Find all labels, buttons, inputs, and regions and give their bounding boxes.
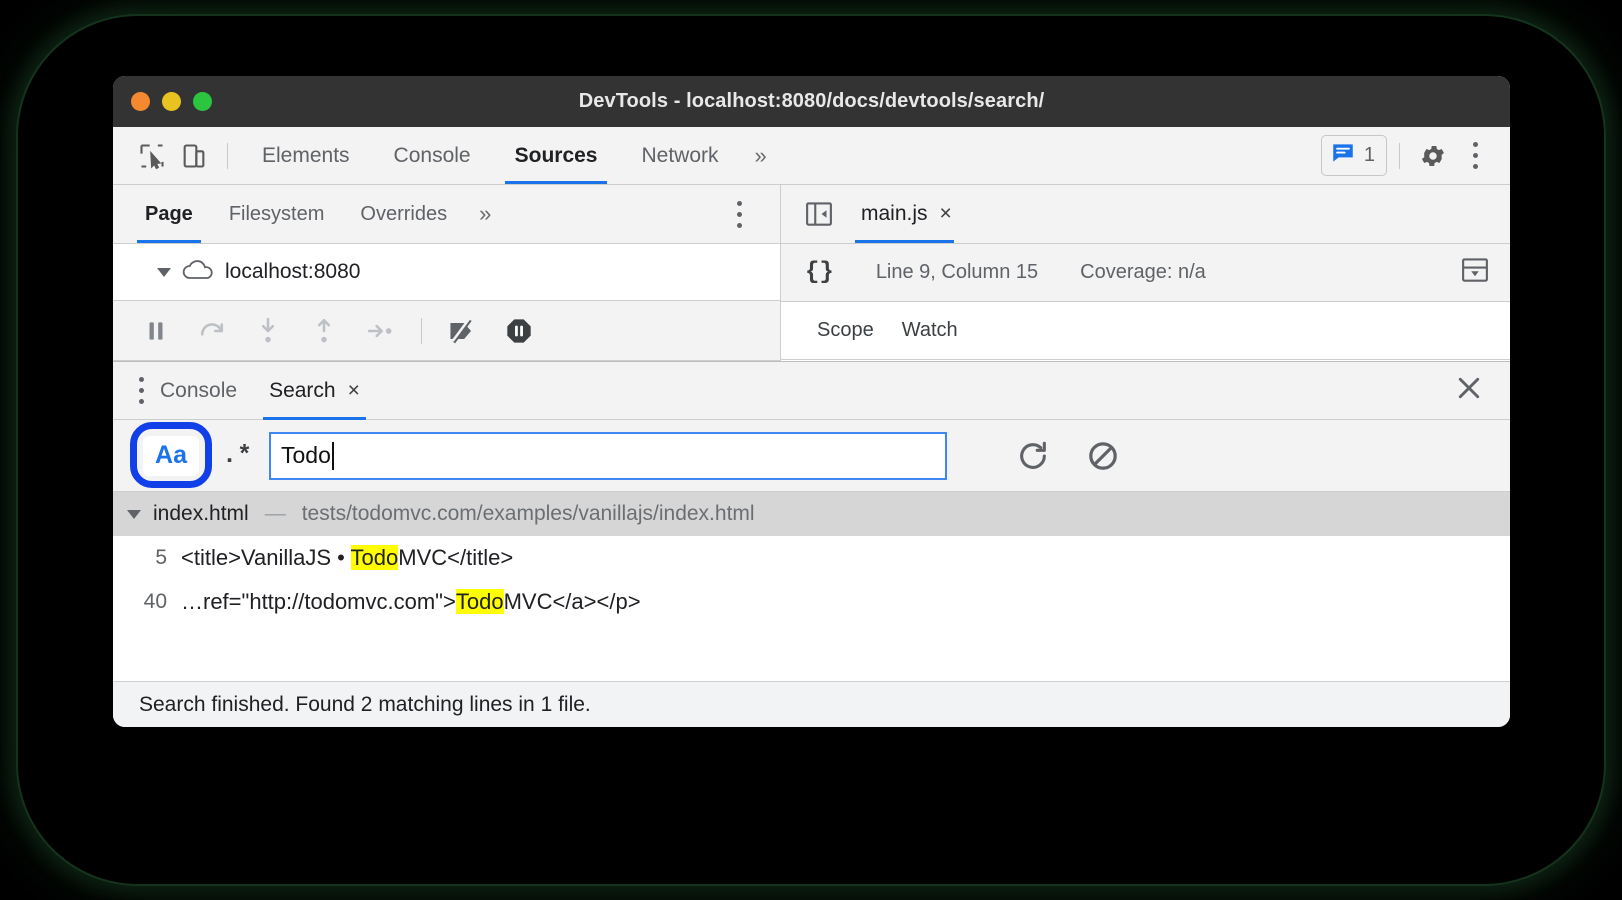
show-navigator-icon[interactable] bbox=[797, 192, 841, 236]
debugger-toolbar bbox=[113, 301, 780, 361]
nav-tab-page[interactable]: Page bbox=[127, 185, 211, 243]
search-status-bar: Search finished. Found 2 matching lines … bbox=[113, 681, 1510, 727]
match-prefix: <title>VanillaJS • bbox=[181, 545, 351, 570]
close-window-button[interactable] bbox=[131, 92, 150, 111]
search-result-text: <title>VanillaJS • TodoMVC</title> bbox=[181, 545, 513, 571]
minimize-window-button[interactable] bbox=[162, 92, 181, 111]
editor-tabbar: main.js × bbox=[781, 185, 1510, 244]
drawer-kebab-menu-icon[interactable] bbox=[113, 370, 144, 412]
issues-count: 1 bbox=[1363, 144, 1375, 166]
clear-icon[interactable] bbox=[1081, 434, 1125, 478]
window-title: DevTools - localhost:8080/docs/devtools/… bbox=[578, 90, 1045, 112]
tab-sources[interactable]: Sources bbox=[493, 127, 620, 184]
use-regex-button[interactable]: .* bbox=[215, 436, 259, 476]
navigator-tree-item-label[interactable]: localhost:8080 bbox=[225, 260, 360, 284]
more-tabs-icon[interactable]: » bbox=[741, 143, 781, 169]
gear-icon[interactable] bbox=[1412, 135, 1454, 177]
drawer-tab-search-close-icon[interactable]: × bbox=[348, 379, 360, 403]
drawer-tab-search[interactable]: Search × bbox=[253, 362, 376, 420]
match-suffix: MVC</title> bbox=[398, 545, 514, 570]
step-over-icon[interactable] bbox=[193, 312, 231, 350]
nav-more-tabs-icon[interactable]: » bbox=[465, 201, 505, 227]
navigator-tree: localhost:8080 bbox=[113, 244, 780, 301]
cursor-position: Line 9, Column 15 bbox=[875, 261, 1039, 283]
search-result-row[interactable]: 40 …ref="http://todomvc.com">TodoMVC</a>… bbox=[113, 580, 1510, 624]
triangle-down-icon[interactable] bbox=[127, 509, 141, 519]
drawer-tab-console[interactable]: Console bbox=[144, 362, 253, 420]
search-result-line-number: 40 bbox=[143, 590, 167, 613]
debug-divider bbox=[421, 317, 422, 344]
search-toolbar: Aa .* Todo bbox=[113, 420, 1510, 492]
match-prefix: …ref="http://todomvc.com"> bbox=[181, 589, 456, 614]
cloud-icon bbox=[181, 258, 215, 287]
screenshot-canvas: DevTools - localhost:8080/docs/devtools/… bbox=[0, 0, 1622, 900]
triangle-down-icon[interactable] bbox=[157, 267, 171, 277]
close-drawer-icon[interactable] bbox=[1454, 373, 1484, 408]
window-controls bbox=[131, 92, 212, 111]
match-highlight: Todo bbox=[455, 589, 504, 614]
drawer-tab-search-label: Search bbox=[269, 378, 336, 402]
navigator-kebab-menu-icon[interactable] bbox=[718, 193, 760, 235]
match-suffix: MVC</a></p> bbox=[503, 589, 641, 614]
window-titlebar: DevTools - localhost:8080/docs/devtools/… bbox=[113, 76, 1510, 127]
inspect-element-icon[interactable] bbox=[131, 135, 173, 177]
search-result-file-header[interactable]: index.html — tests/todomvc.com/examples/… bbox=[113, 492, 1510, 536]
search-result-text: …ref="http://todomvc.com">TodoMVC</a></p… bbox=[181, 589, 641, 615]
issues-button[interactable]: 1 bbox=[1320, 135, 1387, 176]
sidebar-tab-watch[interactable]: Watch bbox=[888, 319, 972, 342]
step-icon[interactable] bbox=[361, 312, 399, 350]
toolbar-divider-2 bbox=[1399, 142, 1400, 169]
kebab-menu-icon[interactable] bbox=[1454, 135, 1496, 177]
search-result-row[interactable]: 5 <title>VanillaJS • TodoMVC</title> bbox=[113, 536, 1510, 580]
drawer-tabbar: Console Search × bbox=[113, 361, 1510, 420]
main-toolbar: Elements Console Sources Network » 1 bbox=[113, 127, 1510, 185]
search-results: index.html — tests/todomvc.com/examples/… bbox=[113, 492, 1510, 681]
search-result-file-name: index.html bbox=[153, 502, 249, 525]
issues-message-icon bbox=[1330, 140, 1356, 171]
device-toolbar-icon[interactable] bbox=[173, 135, 215, 177]
tab-network[interactable]: Network bbox=[619, 127, 740, 184]
deactivate-breakpoints-icon[interactable] bbox=[444, 312, 482, 350]
editor-pane: main.js × {} Line 9, Column 15 Coverage:… bbox=[781, 185, 1510, 361]
toolbar-divider bbox=[227, 142, 228, 169]
sources-split: Page Filesystem Overrides » localhost:80… bbox=[113, 185, 1510, 361]
match-case-button[interactable]: Aa bbox=[143, 435, 199, 476]
search-input[interactable]: Todo bbox=[269, 431, 947, 480]
show-drawer-icon[interactable] bbox=[1460, 255, 1490, 290]
pretty-print-icon[interactable]: {} bbox=[805, 259, 834, 286]
search-input-value: Todo bbox=[281, 442, 331, 468]
search-result-separator: — bbox=[264, 502, 286, 525]
nav-tab-filesystem[interactable]: Filesystem bbox=[211, 185, 343, 243]
sidebar-tab-scope[interactable]: Scope bbox=[803, 319, 888, 342]
text-caret bbox=[331, 441, 334, 470]
zoom-window-button[interactable] bbox=[193, 92, 212, 111]
editor-file-tab-label: main.js bbox=[861, 202, 928, 225]
step-into-icon[interactable] bbox=[249, 312, 287, 350]
editor-file-tab[interactable]: main.js × bbox=[841, 185, 968, 243]
editor-statusbar: {} Line 9, Column 15 Coverage: n/a bbox=[781, 244, 1510, 302]
navigator-pane: Page Filesystem Overrides » localhost:80… bbox=[113, 185, 781, 361]
step-out-icon[interactable] bbox=[305, 312, 343, 350]
pause-script-icon[interactable] bbox=[137, 312, 175, 350]
navigator-tabbar: Page Filesystem Overrides » bbox=[113, 185, 780, 244]
tab-console[interactable]: Console bbox=[372, 127, 493, 184]
debugger-sidebar-tabs: Scope Watch bbox=[781, 302, 1510, 360]
tab-elements[interactable]: Elements bbox=[240, 127, 372, 184]
nav-tab-overrides[interactable]: Overrides bbox=[342, 185, 465, 243]
coverage-status: Coverage: n/a bbox=[1080, 261, 1206, 283]
devtools-window: DevTools - localhost:8080/docs/devtools/… bbox=[113, 76, 1510, 727]
pause-on-exceptions-icon[interactable] bbox=[500, 312, 538, 350]
search-result-file-path: tests/todomvc.com/examples/vanillajs/ind… bbox=[301, 502, 755, 525]
search-result-line-number: 5 bbox=[155, 546, 167, 569]
refresh-icon[interactable] bbox=[1011, 434, 1055, 478]
editor-file-tab-close-icon[interactable]: × bbox=[940, 202, 952, 226]
match-highlight: Todo bbox=[350, 545, 399, 570]
